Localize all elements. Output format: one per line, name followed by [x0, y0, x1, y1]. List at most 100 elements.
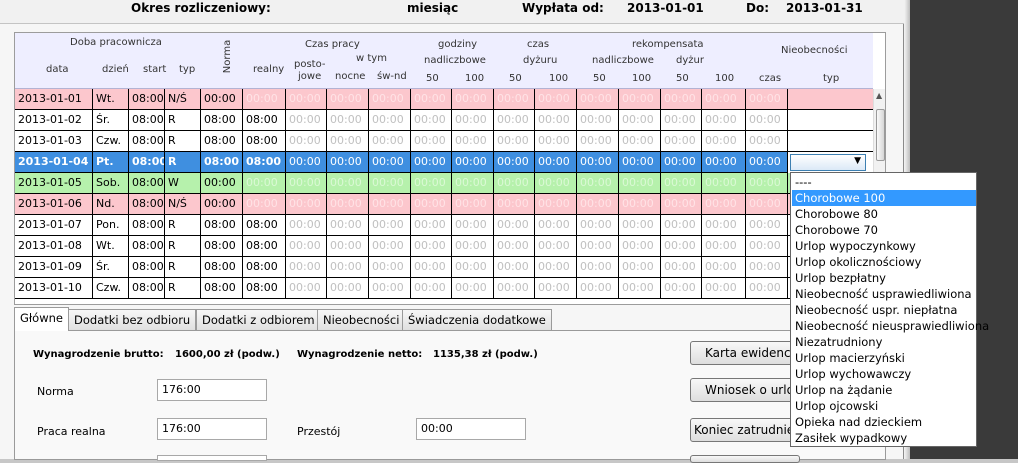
cell-time-value[interactable]: 00:00 [452, 236, 494, 257]
cell-time-value[interactable]: 00:00 [452, 89, 494, 110]
cell-type[interactable]: R [165, 257, 201, 278]
absence-option[interactable]: ---- [792, 174, 976, 190]
cell-time-value[interactable]: 00:00 [746, 278, 788, 299]
cell-type[interactable]: R [165, 110, 201, 131]
cell-time-value[interactable]: 00:00 [702, 257, 746, 278]
cell-norma[interactable]: 08:00 [201, 278, 243, 299]
cell-time-value[interactable]: 00:00 [661, 236, 702, 257]
cell-norma[interactable]: 08:00 [201, 152, 243, 173]
real-work-field[interactable]: 176:00 [157, 418, 267, 440]
cell-day[interactable]: Pon. [93, 215, 129, 236]
cell-day[interactable]: Czw. [93, 278, 129, 299]
cell-time-value[interactable]: 00:00 [494, 173, 535, 194]
cell-time-value[interactable]: 00:00 [494, 278, 535, 299]
absence-option[interactable]: Urlop bezpłatny [792, 270, 976, 286]
absence-option[interactable]: Chorobowe 100 [792, 190, 976, 206]
cell-time-value[interactable]: 00:00 [369, 215, 411, 236]
absence-type-select[interactable]: ▼ [790, 154, 866, 171]
cell-time-value[interactable]: 00:00 [286, 257, 327, 278]
cell-time-value[interactable]: 00:00 [327, 173, 369, 194]
cell-time-value[interactable]: 00:00 [411, 236, 452, 257]
cell-time-value[interactable]: 00:00 [411, 194, 452, 215]
cell-time-value[interactable]: 00:00 [619, 215, 661, 236]
cell-norma[interactable]: 00:00 [201, 194, 243, 215]
cell-time-value[interactable]: 00:00 [661, 152, 702, 173]
table-row[interactable]: 2013-01-03 Czw. 08:00 R 08:00 08:00 00:00 00:00… [15, 131, 873, 152]
end-employment-button[interactable]: Koniec zatrudnienia [690, 418, 800, 442]
cell-real[interactable]: 00:00 [243, 89, 286, 110]
cell-time-value[interactable]: 00:00 [577, 236, 619, 257]
cell-time-value[interactable]: 00:00 [369, 173, 411, 194]
cell-time-value[interactable]: 00:00 [327, 194, 369, 215]
cell-time-value[interactable]: 00:00 [619, 173, 661, 194]
absence-option[interactable]: Opieka nad dzieckiem [792, 414, 976, 430]
cell-day[interactable]: Śr. [93, 257, 129, 278]
cell-time-value[interactable]: 00:00 [286, 89, 327, 110]
cell-time-value[interactable]: 00:00 [535, 131, 577, 152]
cell-time-value[interactable]: 00:00 [369, 110, 411, 131]
cell-norma[interactable]: 08:00 [201, 110, 243, 131]
table-row[interactable]: 2013-01-08 Wt. 08:00 R 08:00 08:00 00:00 00:00 0… [15, 236, 873, 257]
cell-time-value[interactable]: 00:00 [411, 257, 452, 278]
absence-option[interactable]: Urlop wychowawczy [792, 366, 976, 382]
cell-time-value[interactable]: 00:00 [327, 236, 369, 257]
cell-time-value[interactable]: 00:00 [746, 257, 788, 278]
cell-time-value[interactable]: 00:00 [661, 257, 702, 278]
cell-time-value[interactable]: 00:00 [411, 215, 452, 236]
cell-time-value[interactable]: 00:00 [452, 278, 494, 299]
cell-time-value[interactable]: 00:00 [702, 236, 746, 257]
cell-time-value[interactable]: 00:00 [702, 194, 746, 215]
cell-time-value[interactable]: 00:00 [411, 173, 452, 194]
absence-option[interactable]: Zasiłek wypadkowy [792, 430, 976, 446]
cell-time-value[interactable]: 00:00 [286, 131, 327, 152]
cell-real[interactable]: 08:00 [243, 131, 286, 152]
table-row[interactable]: 2013-01-10 Czw. 08:00 R 08:00 08:00 00:00 00:00… [15, 278, 873, 299]
cell-date[interactable]: 2013-01-04 [15, 152, 93, 173]
cell-start[interactable]: 08:00 [129, 131, 165, 152]
cell-time-value[interactable]: 00:00 [702, 110, 746, 131]
absence-option[interactable]: Nieobecność uspr. niepłatna [792, 302, 976, 318]
cell-time-value[interactable]: 00:00 [746, 89, 788, 110]
cell-time-value[interactable]: 00:00 [494, 257, 535, 278]
cell-type[interactable]: R [165, 236, 201, 257]
cell-time-value[interactable]: 00:00 [661, 173, 702, 194]
cell-time-value[interactable]: 00:00 [619, 194, 661, 215]
cell-time-value[interactable]: 00:00 [746, 215, 788, 236]
cell-norma[interactable]: 00:00 [201, 89, 243, 110]
cell-time-value[interactable]: 00:00 [494, 236, 535, 257]
cell-time-value[interactable]: 00:00 [577, 89, 619, 110]
tab-additions-no-pickup[interactable]: Dodatki bez odbioru [68, 309, 197, 330]
cell-time-value[interactable]: 00:00 [661, 278, 702, 299]
cell-time-value[interactable]: 00:00 [746, 131, 788, 152]
cell-time-value[interactable]: 00:00 [619, 110, 661, 131]
cell-time-value[interactable]: 00:00 [494, 110, 535, 131]
cell-time-value[interactable]: 00:00 [327, 152, 369, 173]
more-button[interactable] [690, 455, 800, 463]
cell-day[interactable]: Pt. [93, 152, 129, 173]
cell-absence-type[interactable] [788, 89, 873, 110]
cell-time-value[interactable]: 00:00 [494, 152, 535, 173]
absence-option[interactable]: Urlop na żądanie [792, 382, 976, 398]
cell-type[interactable]: R [165, 131, 201, 152]
cell-time-value[interactable]: 00:00 [369, 152, 411, 173]
cell-time-value[interactable]: 00:00 [452, 173, 494, 194]
cell-time-value[interactable]: 00:00 [535, 89, 577, 110]
scrollbar-thumb[interactable] [876, 109, 885, 161]
cell-time-value[interactable]: 00:00 [619, 89, 661, 110]
next-field[interactable] [157, 455, 267, 461]
cell-time-value[interactable]: 00:00 [327, 110, 369, 131]
absence-type-dropdown[interactable]: ---- Chorobowe 100 Chorobowe 80 Chorobowe 7… [790, 172, 989, 447]
cell-time-value[interactable]: 00:00 [661, 131, 702, 152]
absence-option[interactable]: Urlop macierzyński [792, 350, 976, 366]
leave-request-button[interactable]: Wniosek o urlop [690, 378, 800, 402]
cell-time-value[interactable]: 00:00 [494, 89, 535, 110]
absence-option[interactable]: Chorobowe 80 [792, 206, 976, 222]
cell-time-value[interactable]: 00:00 [452, 152, 494, 173]
absence-option[interactable]: Chorobowe 70 [792, 222, 976, 238]
cell-time-value[interactable]: 00:00 [535, 173, 577, 194]
cell-time-value[interactable]: 00:00 [494, 194, 535, 215]
cell-time-value[interactable]: 00:00 [535, 257, 577, 278]
cell-time-value[interactable]: 00:00 [619, 278, 661, 299]
cell-time-value[interactable]: 00:00 [577, 278, 619, 299]
cell-time-value[interactable]: 00:00 [702, 215, 746, 236]
